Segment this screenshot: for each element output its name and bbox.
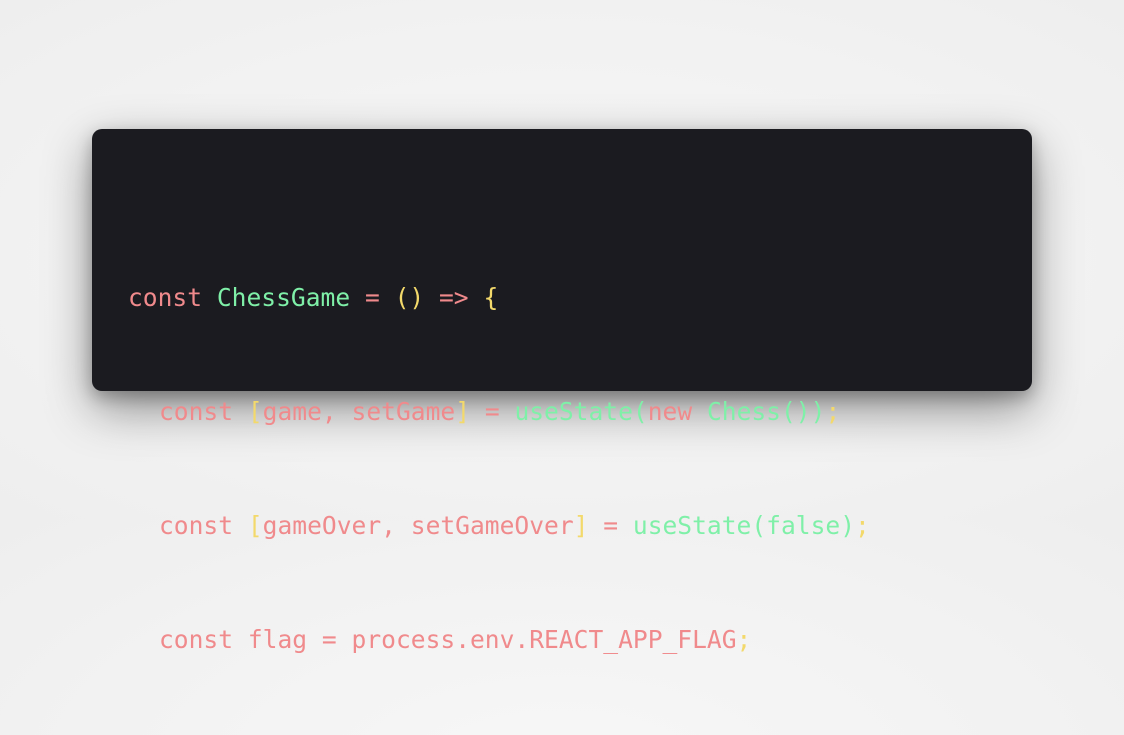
close-paren: ) bbox=[810, 397, 826, 426]
keyword-const: const bbox=[159, 625, 234, 654]
semicolon: ; bbox=[825, 397, 841, 426]
value-false: false bbox=[766, 511, 841, 540]
variable-setgame: setGame bbox=[351, 397, 456, 426]
keyword-new: new bbox=[647, 397, 693, 426]
close-paren: ) bbox=[840, 511, 856, 540]
property-env: env bbox=[470, 625, 515, 654]
code-line-2: const [game, setGame] = useState(new Che… bbox=[128, 393, 870, 431]
component-name: ChessGame bbox=[216, 283, 351, 312]
semicolon: ; bbox=[855, 511, 870, 540]
open-bracket: [ bbox=[247, 397, 263, 426]
function-usestate: useState bbox=[632, 511, 752, 540]
equals-operator: = bbox=[484, 397, 500, 426]
dot: . bbox=[455, 625, 470, 654]
comma: , bbox=[381, 511, 396, 540]
equals-operator: = bbox=[321, 625, 337, 654]
close-bracket: ] bbox=[573, 511, 589, 540]
dot: . bbox=[514, 625, 530, 654]
code-block: const ChessGame = () => { const [game, s… bbox=[128, 203, 870, 735]
equals-operator: = bbox=[364, 283, 380, 312]
arrow-operator: => bbox=[439, 283, 469, 312]
variable-flag: flag bbox=[247, 625, 308, 654]
keyword-const: const bbox=[159, 397, 234, 426]
open-brace: { bbox=[483, 283, 499, 312]
comma: , bbox=[321, 397, 337, 426]
keyword-const: const bbox=[159, 511, 234, 540]
property-react-app-flag: REACT_APP_FLAG bbox=[529, 625, 737, 654]
open-bracket: [ bbox=[247, 511, 263, 540]
keyword-const: const bbox=[128, 283, 203, 312]
semicolon: ; bbox=[736, 625, 752, 654]
close-bracket: ] bbox=[455, 397, 470, 426]
variable-game: game bbox=[262, 397, 322, 426]
call-parens: () bbox=[781, 397, 811, 426]
code-line-3: const [gameOver, setGameOver] = useState… bbox=[128, 507, 870, 545]
open-paren: ( bbox=[632, 397, 648, 426]
parens: () bbox=[394, 283, 425, 312]
variable-setgameover: setGameOver bbox=[410, 511, 574, 540]
code-line-4: const flag = process.env.REACT_APP_FLAG; bbox=[128, 621, 870, 659]
open-paren: ( bbox=[751, 511, 767, 540]
code-snippet-card: const ChessGame = () => { const [game, s… bbox=[92, 129, 1032, 654]
variable-gameover: gameOver bbox=[262, 511, 382, 540]
function-usestate: useState bbox=[514, 397, 633, 426]
class-chess: Chess bbox=[706, 397, 781, 426]
object-process: process bbox=[351, 625, 456, 654]
equals-operator: = bbox=[603, 511, 619, 540]
code-line-1: const ChessGame = () => { bbox=[128, 279, 870, 317]
